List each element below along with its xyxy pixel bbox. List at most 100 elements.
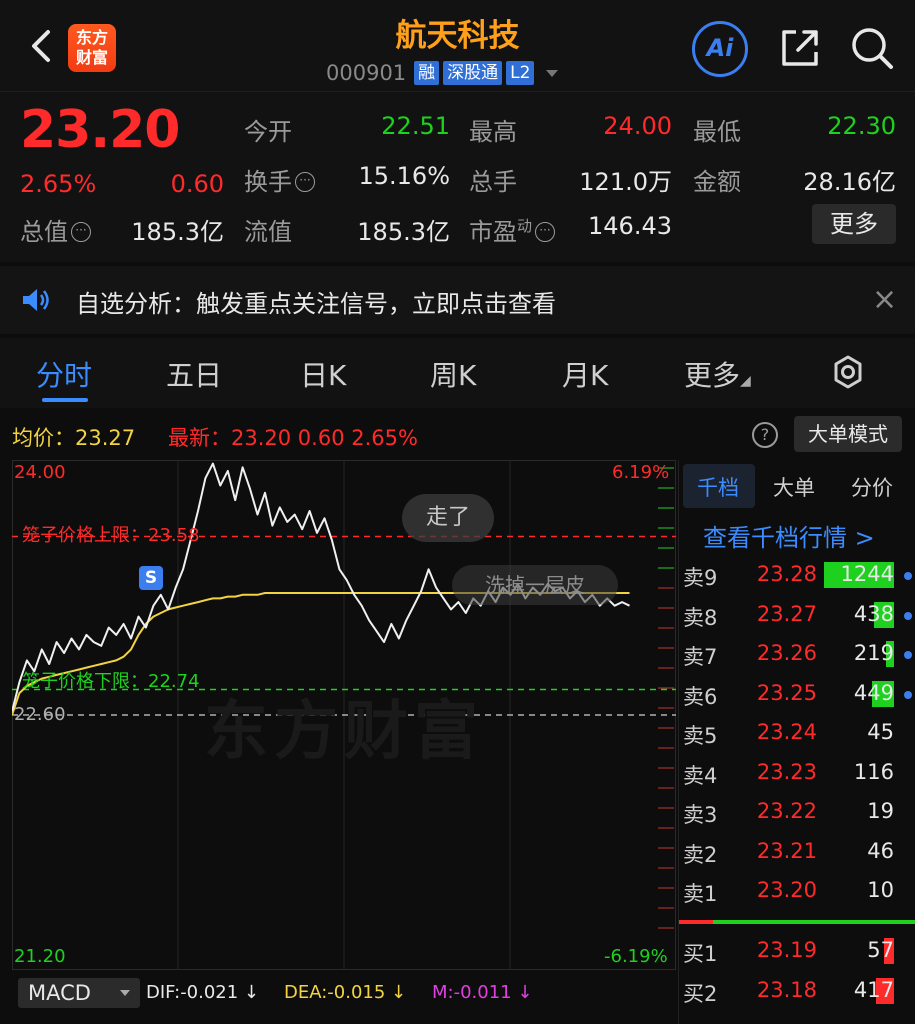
info-icon[interactable]: ··· <box>71 222 91 242</box>
tab-more-label: 更多 <box>684 359 741 392</box>
indicator-select[interactable]: MACD <box>18 978 140 1008</box>
tab-price-distribution[interactable]: 分价 <box>851 472 893 502</box>
level-price: 23.21 <box>756 838 817 863</box>
tab-big-orders[interactable]: 大单 <box>773 472 815 502</box>
level-price: 23.20 <box>756 878 817 902</box>
high-label: 最高 <box>469 118 517 146</box>
level-label: 卖5 <box>683 724 718 748</box>
comment-bubble[interactable]: 走了 <box>402 494 494 542</box>
order-book: 千档 大单 分价 查看千档行情 > 卖9 23.28 1244 卖8 23.27 438 卖… <box>678 460 915 1024</box>
open-value: 22.51 <box>381 112 450 140</box>
ask-row[interactable]: 卖8 23.27 438 <box>679 598 915 634</box>
corner-caret-icon: ◢ <box>740 373 751 389</box>
search-icon[interactable] <box>848 24 896 72</box>
latest-price-text: 最新：23.20 0.60 2.65% <box>168 426 418 450</box>
level-label: 买1 <box>683 942 718 966</box>
info-icon[interactable]: ··· <box>295 172 315 192</box>
close-icon[interactable]: × <box>872 282 897 317</box>
tab-intraday[interactable]: 分时 <box>36 354 92 394</box>
share-icon[interactable] <box>776 24 824 72</box>
cage-upper-label: 笼子价格上限：23.58 <box>22 525 200 546</box>
level-price: 23.27 <box>756 601 817 626</box>
turnover-label[interactable]: 换手 ··· <box>244 162 315 197</box>
total-cap-label[interactable]: 总值 ··· <box>20 212 91 247</box>
notice-bar[interactable]: 自选分析：触发重点关注信号，立即点击查看 × <box>0 266 915 334</box>
level-label: 卖2 <box>683 842 718 867</box>
tab-thousand-levels[interactable]: 千档 <box>697 472 739 502</box>
bid-row[interactable]: 买1 23.19 57 <box>679 934 915 970</box>
level-volume: 116 <box>853 759 894 784</box>
tab-monthly-k[interactable]: 月K <box>562 354 608 394</box>
high-value: 24.00 <box>603 112 672 140</box>
ask-row[interactable]: 卖4 23.23 116 <box>679 756 915 792</box>
amount-label: 金额 <box>693 168 741 196</box>
level-price: 23.26 <box>756 641 817 665</box>
float-cap-label: 流值 <box>244 218 292 246</box>
ask-row[interactable]: 卖9 23.28 1244 <box>679 558 915 594</box>
pe-label-text: 市盈 <box>469 218 517 246</box>
notice-text[interactable]: 自选分析：触发重点关注信号，立即点击查看 <box>76 284 556 319</box>
level-label: 卖6 <box>683 684 718 709</box>
level-label: 卖7 <box>683 645 718 669</box>
help-icon[interactable]: ? <box>752 422 778 448</box>
level-label: 卖8 <box>683 605 718 630</box>
stock-subline[interactable]: 000901 融 深股通 L2 <box>326 60 559 86</box>
settings-gear-icon[interactable] <box>830 354 866 390</box>
info-icon[interactable]: ··· <box>535 222 556 242</box>
speaker-icon <box>23 289 49 311</box>
ai-assistant-button[interactable]: Ai <box>692 21 748 77</box>
tab-daily-k[interactable]: 日K <box>300 354 346 394</box>
pe-value: 146.43 <box>588 212 672 240</box>
level-volume: 438 <box>853 601 894 626</box>
total-cap-label-text: 总值 <box>20 218 68 246</box>
level-price: 23.23 <box>756 759 817 784</box>
order-book-tabs: 千档 大单 分价 <box>679 460 915 510</box>
bid-row[interactable]: 买2 23.18 417 <box>679 974 915 1010</box>
level-volume: 46 <box>867 838 894 863</box>
ask-row[interactable]: 卖6 23.25 449 <box>679 677 915 713</box>
axis-pct-low-label: -6.19% <box>604 946 668 967</box>
cage-lower-label: 笼子价格下限：22.74 <box>22 671 200 692</box>
top-bar: 东方 财富 航天科技 000901 融 深股通 L2 Ai <box>0 0 915 92</box>
tab-more[interactable]: 更多◢ <box>684 354 751 394</box>
marker-dot <box>904 611 912 620</box>
view-levels-link[interactable]: 查看千档行情 > <box>703 518 875 553</box>
marker-dot <box>904 651 912 659</box>
level-label: 买2 <box>683 982 718 1006</box>
last-price: 23.20 <box>20 100 180 160</box>
ask-row[interactable]: 卖5 23.24 45 <box>679 716 915 752</box>
turnover-value: 15.16% <box>358 162 450 190</box>
amount-value: 28.16亿 <box>803 168 896 196</box>
level-volume: 10 <box>867 878 894 902</box>
tab-weekly-k[interactable]: 周K <box>430 354 476 394</box>
change-percent: 2.65% <box>20 170 97 198</box>
ask-row[interactable]: 卖3 23.22 19 <box>679 795 915 831</box>
ask-row[interactable]: 卖2 23.21 46 <box>679 835 915 871</box>
ask-row[interactable]: 卖1 23.20 10 <box>679 874 915 910</box>
float-cap-value: 185.3亿 <box>357 218 450 246</box>
open-label: 今开 <box>244 118 292 146</box>
tag-shenzhen-connect: 深股通 <box>443 61 503 85</box>
pe-label[interactable]: 市盈动 ··· <box>469 212 556 247</box>
axis-low-label: 21.20 <box>14 946 66 967</box>
more-button[interactable]: 更多 <box>812 204 896 244</box>
chevron-down-icon <box>546 69 559 77</box>
sell-signal-badge[interactable]: S <box>139 566 163 590</box>
level-price: 23.22 <box>756 799 817 823</box>
chart-header: 均价：23.27 最新：23.20 0.60 2.65% ? 大单模式 <box>0 412 915 458</box>
ask-row[interactable]: 卖7 23.26 219 <box>679 637 915 673</box>
book-divider <box>679 920 915 924</box>
marker-dot <box>904 690 912 699</box>
tab-five-day[interactable]: 五日 <box>166 354 222 394</box>
volume-label: 总手 <box>469 168 517 196</box>
pe-super: 动 <box>517 217 533 235</box>
volume-value: 121.0万 <box>579 168 672 196</box>
book-divider-red <box>679 920 713 924</box>
low-value: 22.30 <box>827 112 896 140</box>
comment-bubble[interactable]: 洗掉一层皮 <box>452 565 618 605</box>
big-order-mode-button[interactable]: 大单模式 <box>794 416 902 452</box>
level-label: 卖4 <box>683 763 718 788</box>
level-volume: 1244 <box>840 562 894 586</box>
low-label: 最低 <box>693 118 741 146</box>
indicator-bar: MACD DIF:-0.021 ↓ DEA:-0.015 ↓ M:-0.011 … <box>0 970 676 1024</box>
